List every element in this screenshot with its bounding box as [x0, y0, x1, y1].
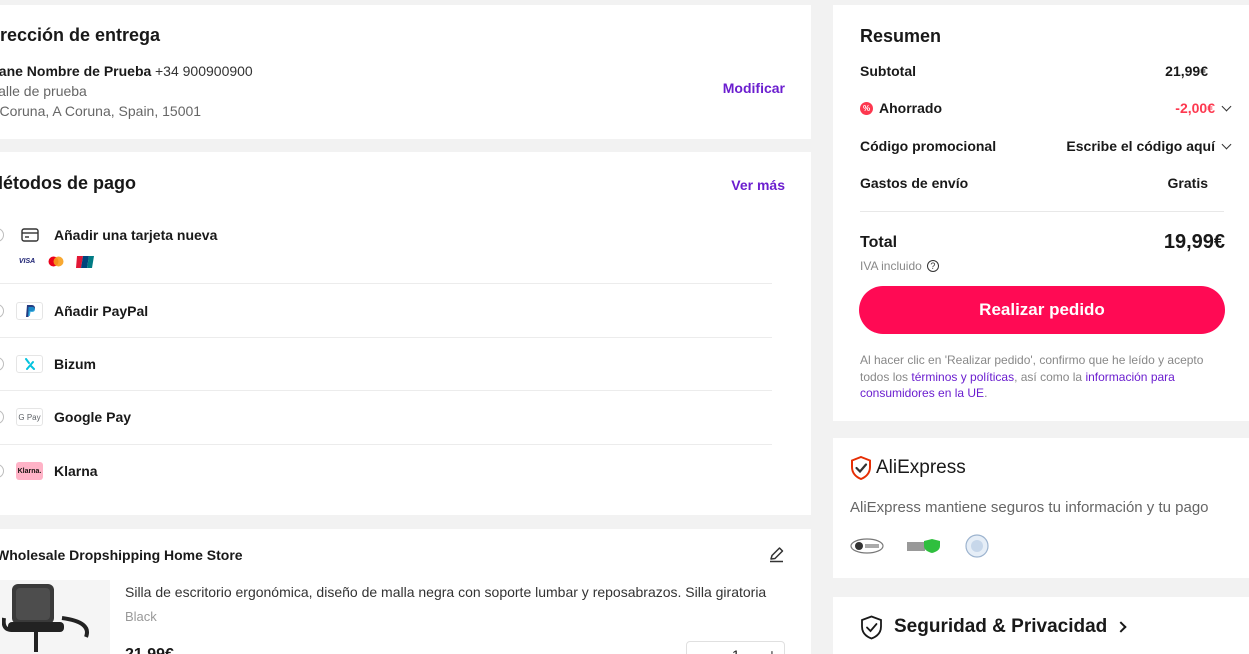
verified-seal-icon [964, 534, 990, 563]
address-street: Calle de prueba [0, 83, 87, 99]
payment-option-label: Klarna [54, 463, 98, 479]
aliexpress-brand: AliExpress [876, 457, 966, 478]
saved-value: -2,00€ [1175, 100, 1215, 116]
quantity-stepper[interactable]: 1 + [686, 641, 785, 654]
address-city: A Coruna, A Coruna, Spain, 15001 [0, 103, 202, 119]
divider [860, 211, 1224, 212]
product-title[interactable]: Silla de escritorio ergonómica, diseño d… [125, 584, 785, 600]
subtotal-label: Subtotal [860, 63, 916, 79]
payment-option-bizum[interactable]: Bizum [0, 338, 772, 391]
radio-button[interactable] [0, 464, 4, 478]
payment-option-paypal[interactable]: Añadir PayPal [0, 284, 772, 338]
total-label: Total [860, 234, 898, 251]
saved-label: Ahorrado [879, 100, 942, 116]
shipping-value: Gratis [1167, 175, 1208, 191]
info-icon[interactable]: ? [926, 260, 939, 272]
radio-button[interactable] [0, 228, 4, 242]
subtotal-row: Subtotal 21,99€ [860, 61, 1224, 81]
payment-option-google-pay[interactable]: G Pay Google Pay [0, 391, 772, 445]
summary-title: Resumen [860, 26, 942, 46]
payment-option-card[interactable]: Añadir una tarjeta nueva VISA [0, 220, 772, 284]
klarna-icon: Klarna. [16, 462, 43, 480]
payment-option-label: Google Pay [54, 409, 132, 425]
shipping-row: Gastos de envío Gratis [860, 173, 1224, 193]
shield-check-icon [860, 615, 883, 645]
promo-label: Código promocional [860, 138, 997, 154]
certification-badges [850, 534, 990, 563]
paypal-icon [16, 302, 43, 320]
see-more-link[interactable]: Ver más [731, 177, 785, 193]
quantity-value: 1 [732, 647, 740, 654]
order-summary-card: Resumen Subtotal 21,99€ % Ahorrado -2,00… [833, 5, 1249, 421]
unionpay-icon [74, 255, 96, 268]
promo-input-placeholder[interactable]: Escribe el código aquí [1066, 138, 1215, 154]
legal-text: Al hacer clic en 'Realizar pedido', conf… [860, 353, 1204, 400]
security-privacy-card[interactable]: Seguridad & Privacidad [833, 597, 1249, 654]
card-brand-logos: VISA [16, 255, 96, 268]
mastercard-icon [45, 255, 67, 268]
edit-note-icon[interactable] [768, 546, 785, 568]
terms-link[interactable]: términos y políticas [911, 370, 1014, 384]
visa-icon: VISA [18, 258, 36, 265]
credit-card-icon [16, 226, 43, 244]
address-title: Dirección de entrega [0, 25, 161, 45]
security-title: Seguridad & Privacidad [894, 616, 1108, 637]
chevron-down-icon[interactable] [1221, 139, 1232, 149]
saved-row[interactable]: % Ahorrado -2,00€ [860, 98, 1232, 118]
bizum-icon [16, 355, 43, 373]
chevron-down-icon[interactable] [1221, 101, 1232, 111]
shipping-label: Gastos de envío [860, 175, 969, 191]
quantity-plus-button[interactable]: + [768, 646, 776, 654]
product-image[interactable] [0, 580, 110, 654]
payment-option-label: Bizum [54, 356, 96, 372]
trust-card: AliExpress AliExpress mantiene seguros t… [833, 438, 1249, 578]
subtotal-value: 21,99€ [1165, 63, 1208, 79]
trust-text: AliExpress mantiene seguros tu informaci… [850, 499, 1209, 516]
shield-check-icon [850, 455, 872, 485]
google-pay-icon: G Pay [16, 408, 43, 426]
recipient-name: Jane Nombre de Prueba [0, 63, 152, 79]
product-price: 21,99€ [125, 646, 174, 654]
store-item-card: Wholesale Dropshipping Home Store Silla … [0, 529, 811, 654]
recipient-phone: +34 900900900 [155, 63, 253, 79]
payment-option-label: Añadir PayPal [54, 303, 149, 319]
address-card: Dirección de entrega Jane Nombre de Prue… [0, 5, 811, 139]
promo-code-row[interactable]: Código promocional Escribe el código aqu… [860, 136, 1232, 156]
payment-methods-card: Métodos de pago Ver más Añadir una tarje… [0, 152, 811, 515]
modify-address-link[interactable]: Modificar [723, 80, 785, 96]
payment-option-klarna[interactable]: Klarna. Klarna [0, 445, 772, 499]
total-value: 19,99€ [1163, 231, 1225, 253]
payment-title: Métodos de pago [0, 173, 136, 193]
security-badge-icon [906, 538, 942, 559]
pci-badge-icon [850, 538, 884, 559]
radio-button[interactable] [0, 304, 4, 318]
radio-button[interactable] [0, 410, 4, 424]
chevron-right-icon[interactable] [1115, 621, 1127, 633]
product-variant[interactable]: Black [125, 609, 157, 624]
store-name[interactable]: Wholesale Dropshipping Home Store [0, 547, 243, 563]
vat-label: IVA incluido [860, 259, 922, 273]
radio-button[interactable] [0, 357, 4, 371]
place-order-button[interactable]: Realizar pedido [859, 286, 1225, 334]
discount-icon: % [860, 101, 873, 115]
payment-option-label: Añadir una tarjeta nueva [54, 227, 218, 243]
